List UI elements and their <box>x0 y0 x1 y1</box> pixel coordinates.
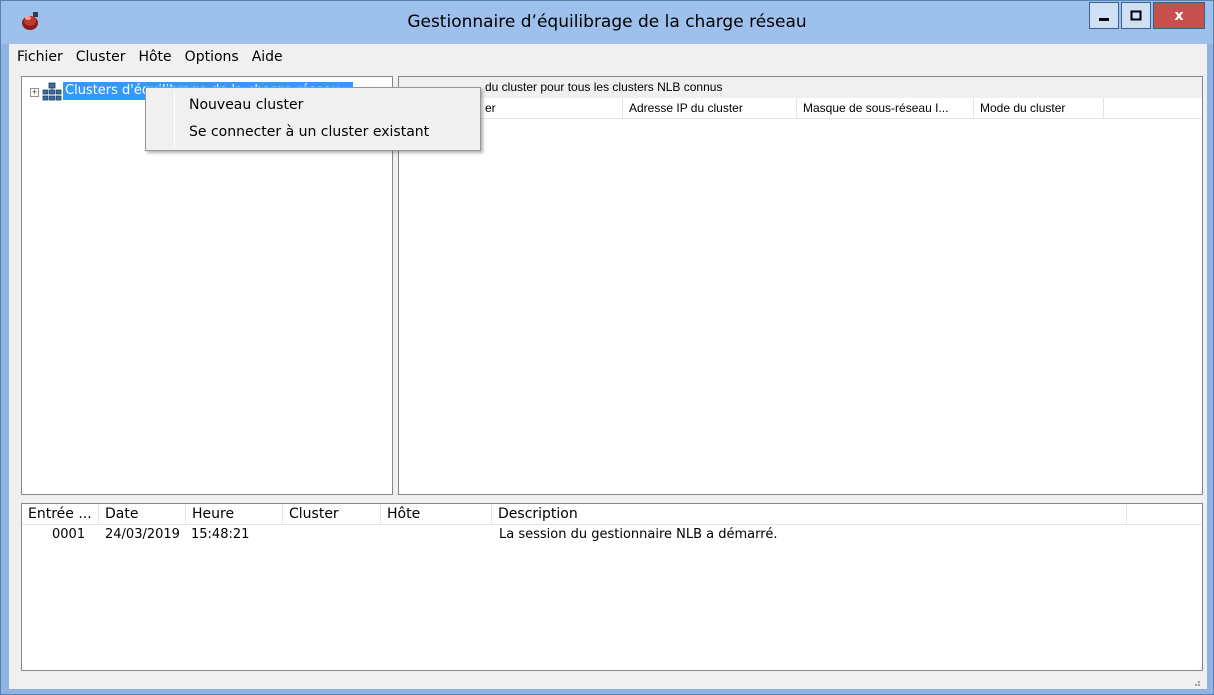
menu-cluster[interactable]: Cluster <box>74 48 128 66</box>
context-menu: Nouveau cluster Se connecter à un cluste… <box>145 87 481 151</box>
context-item-new-cluster[interactable]: Nouveau cluster <box>189 97 303 113</box>
details-list-header: er Adresse IP du cluster Masque de sous-… <box>399 98 1202 119</box>
minimize-icon <box>1099 17 1109 21</box>
context-menu-gutter <box>174 90 175 148</box>
log-row[interactable]: 0001 24/03/2019 15:48:21 La session du g… <box>22 527 1202 547</box>
maximize-icon <box>1130 10 1142 20</box>
col-header-description[interactable]: Description <box>492 504 1127 525</box>
menu-aide[interactable]: Aide <box>250 48 285 66</box>
menu-bar: Fichier Cluster Hôte Options Aide <box>9 44 1207 69</box>
cluster-details-pane[interactable]: du cluster pour tous les clusters NLB co… <box>398 76 1203 495</box>
status-bar <box>21 673 1203 687</box>
log-cell-description: La session du gestionnaire NLB a démarré… <box>499 527 778 542</box>
close-button[interactable]: x <box>1153 2 1205 29</box>
col-header-time[interactable]: Heure <box>186 504 283 525</box>
menu-fichier[interactable]: Fichier <box>15 48 65 66</box>
details-caption: du cluster pour tous les clusters NLB co… <box>399 77 1202 98</box>
menu-options[interactable]: Options <box>183 48 241 66</box>
maximize-button[interactable] <box>1121 2 1151 29</box>
log-cell-entry: 0001 <box>52 527 86 542</box>
col-header-date[interactable]: Date <box>99 504 186 525</box>
col-header-cluster-ip[interactable]: Adresse IP du cluster <box>623 98 797 119</box>
clusters-icon <box>42 82 62 101</box>
resize-grip-icon[interactable] <box>1191 677 1201 687</box>
log-list-header: Entrée ... Date Heure Cluster Hôte Descr… <box>22 504 1202 525</box>
col-header-entry[interactable]: Entrée ... <box>22 504 99 525</box>
col-header-cluster-mode[interactable]: Mode du cluster <box>974 98 1104 119</box>
client-area: + Clusters d'équilibrage de la charge ré… <box>9 69 1207 689</box>
col-header-host[interactable]: Hôte <box>381 504 492 525</box>
minimize-button[interactable] <box>1089 2 1119 29</box>
log-cell-time: 15:48:21 <box>191 527 250 542</box>
window-title: Gestionnaire d’équilibrage de la charge … <box>407 12 807 32</box>
close-icon: x <box>1174 7 1184 24</box>
title-bar[interactable]: Gestionnaire d’équilibrage de la charge … <box>1 1 1213 44</box>
col-header-cluster[interactable]: Cluster <box>283 504 381 525</box>
context-item-connect-existing-cluster[interactable]: Se connecter à un cluster existant <box>189 124 429 140</box>
col-header-subnet-mask[interactable]: Masque de sous-réseau I... <box>797 98 974 119</box>
log-cell-date: 24/03/2019 <box>105 527 180 542</box>
menu-hote[interactable]: Hôte <box>136 48 173 66</box>
app-window: Gestionnaire d’équilibrage de la charge … <box>0 0 1214 695</box>
log-pane[interactable]: Entrée ... Date Heure Cluster Hôte Descr… <box>21 503 1203 671</box>
tree-expand-icon[interactable]: + <box>30 88 39 97</box>
